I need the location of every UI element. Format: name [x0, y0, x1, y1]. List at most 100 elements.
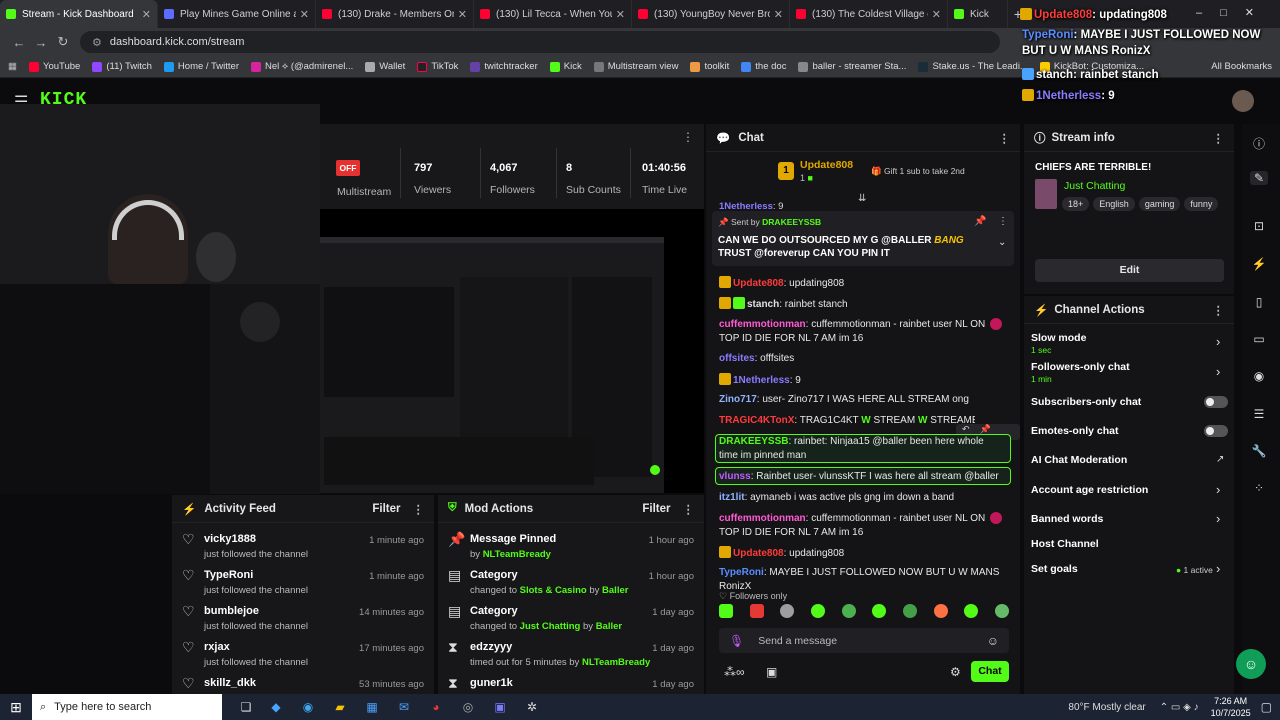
- stream-info-more-icon[interactable]: ⋮: [1213, 131, 1225, 145]
- close-tab-icon[interactable]: ✕: [932, 8, 941, 21]
- bookmark-toolkit[interactable]: toolkit: [690, 61, 729, 72]
- ai-moderation-item[interactable]: AI Chat Moderation: [1031, 454, 1127, 466]
- edge-icon[interactable]: ◉: [292, 700, 324, 714]
- window-controls[interactable]: –□✕: [1196, 6, 1272, 19]
- info-icon[interactable]: ⓘ: [1250, 135, 1268, 152]
- chevron-down-icon[interactable]: ⌄: [998, 237, 1006, 248]
- bookmark-instagram[interactable]: Nel ⟡ (@admirenel...: [251, 61, 353, 72]
- edit-stream-button[interactable]: Edit: [1035, 259, 1224, 282]
- subscribers-only-toggle[interactable]: [1204, 396, 1228, 408]
- lightning-icon[interactable]: ⚡: [1250, 257, 1268, 271]
- chat-more-icon[interactable]: ⋮: [999, 131, 1011, 145]
- url-field[interactable]: ⚙ dashboard.kick.com/stream: [80, 31, 1000, 53]
- bookmark-multistream[interactable]: Multistream view: [593, 61, 678, 72]
- bookmark-twitter[interactable]: Home / Twitter: [163, 61, 239, 72]
- slow-mode-item[interactable]: Slow mode 1 sec: [1031, 332, 1086, 355]
- clock[interactable]: 7:26 AM 10/7/2025: [1211, 695, 1251, 719]
- followers-only-item[interactable]: Followers-only chat 1 min: [1031, 361, 1130, 384]
- send-chat-button[interactable]: Chat: [971, 661, 1009, 682]
- taskbar-search[interactable]: ⌕ Type here to search: [32, 694, 222, 720]
- obs-icon[interactable]: ◎: [452, 700, 484, 714]
- bookmark-stake[interactable]: Stake.us - The Leadi...: [918, 61, 1028, 72]
- mod-more-icon[interactable]: ⋮: [683, 502, 695, 516]
- tray-icons[interactable]: ⌃ ▭ ◈ ♪: [1160, 702, 1199, 713]
- chevron-right-icon[interactable]: ›: [1216, 482, 1220, 497]
- chrome-icon[interactable]: ◕: [420, 700, 452, 714]
- bookmark-kick[interactable]: Kick: [549, 61, 582, 72]
- file-explorer-icon[interactable]: ▰: [324, 700, 356, 714]
- chevron-right-icon[interactable]: ›: [1216, 334, 1220, 349]
- set-goals-item[interactable]: Set goals: [1031, 563, 1078, 575]
- close-tab-icon[interactable]: ✕: [774, 8, 783, 21]
- close-tab-icon[interactable]: ✕: [300, 8, 309, 21]
- mod-filter-button[interactable]: Filter: [642, 503, 670, 515]
- pinned-message[interactable]: 📌 Sent by DRAKEEYSSB 📌 ⋮ CAN WE DO OUTSO…: [712, 211, 1014, 266]
- apps-icon[interactable]: ⁘: [1250, 481, 1268, 495]
- emoji-icon[interactable]: ☺: [987, 634, 999, 648]
- task-view-icon[interactable]: ❏: [232, 700, 260, 714]
- account-age-item[interactable]: Account age restriction: [1031, 484, 1148, 496]
- layers-icon[interactable]: ☰: [1250, 407, 1268, 421]
- all-bookmarks[interactable]: All Bookmarks: [1211, 61, 1272, 72]
- chevron-right-icon[interactable]: ›: [1216, 561, 1220, 576]
- host-channel-item[interactable]: Host Channel: [1031, 538, 1099, 550]
- chat-input[interactable]: 🎙 Send a message ☺: [719, 628, 1009, 653]
- site-info-icon[interactable]: ⚙: [92, 36, 102, 49]
- scan-icon[interactable]: ⊡: [1250, 219, 1268, 233]
- collapse-icon[interactable]: ⇊: [858, 193, 866, 204]
- back-icon[interactable]: ←: [8, 35, 30, 50]
- phone-icon[interactable]: ▯: [1250, 295, 1268, 309]
- gift-icon[interactable]: ▣: [766, 665, 777, 679]
- tab-kick[interactable]: Kick: [948, 0, 1008, 28]
- settings-gear-icon[interactable]: ⚙: [950, 665, 961, 679]
- stats-more-icon[interactable]: ⋮: [682, 130, 694, 144]
- gift-leader-user[interactable]: Update808: [800, 159, 853, 171]
- category-link[interactable]: Just Chatting: [1064, 180, 1125, 192]
- users-icon[interactable]: ⁂∞: [724, 665, 745, 679]
- external-link-icon[interactable]: ↗: [1216, 454, 1224, 465]
- bookmark-twitch[interactable]: (11) Twitch: [92, 61, 152, 72]
- app-icon[interactable]: ✲: [516, 700, 548, 714]
- windows-start-icon[interactable]: ⊞: [0, 699, 32, 716]
- floating-support-icon[interactable]: ☺: [1236, 649, 1266, 679]
- apps-icon[interactable]: ▦: [8, 61, 17, 72]
- tools-icon[interactable]: 🔧: [1250, 444, 1268, 458]
- chat-icon[interactable]: ▭: [1250, 332, 1268, 346]
- banned-words-item[interactable]: Banned words: [1031, 513, 1103, 525]
- tab-youtube-lil-tecca[interactable]: (130) Lil Tecca - When You Down ✕: [474, 0, 632, 28]
- tab-kick-dashboard[interactable]: Stream - Kick Dashboard ✕: [0, 0, 158, 28]
- microphone-icon[interactable]: 🎙: [729, 634, 744, 648]
- emote-bar[interactable]: [719, 604, 1009, 622]
- close-tab-icon[interactable]: ✕: [616, 8, 625, 21]
- emotes-only-toggle[interactable]: [1204, 425, 1228, 437]
- tab-youtube-coldest[interactable]: (130) The Coldest Village on Earth ✕: [790, 0, 948, 28]
- reload-icon[interactable]: ↻: [52, 34, 74, 50]
- weather-widget[interactable]: 80°F Mostly clear: [1068, 702, 1145, 713]
- channel-actions-more-icon[interactable]: ⋮: [1213, 303, 1225, 317]
- notifications-icon[interactable]: ▢: [1261, 700, 1272, 714]
- store-icon[interactable]: ▦: [356, 700, 388, 714]
- tab-youtube-drake[interactable]: (130) Drake - Members Only ✕: [316, 0, 474, 28]
- close-tab-icon[interactable]: ✕: [458, 8, 467, 21]
- bookmark-the-doc[interactable]: the doc: [741, 61, 786, 72]
- copilot-icon[interactable]: ◆: [260, 700, 292, 714]
- bookmark-twitchtracker[interactable]: twitchtracker: [470, 61, 538, 72]
- broadcast-icon[interactable]: ◉: [1250, 369, 1268, 383]
- bookmark-tiktok[interactable]: TikTok: [417, 61, 458, 72]
- bookmark-baller[interactable]: baller - streamer Sta...: [798, 61, 906, 72]
- chevron-right-icon[interactable]: ›: [1216, 511, 1220, 526]
- forward-icon[interactable]: →: [30, 35, 52, 50]
- stream-preview[interactable]: [320, 209, 704, 493]
- chevron-right-icon[interactable]: ›: [1216, 364, 1220, 379]
- bookmark-youtube[interactable]: YouTube: [28, 61, 80, 72]
- app-icon[interactable]: ▣: [484, 700, 516, 714]
- tab-youtube-nba[interactable]: (130) YoungBoy Never Broke Again ✕: [632, 0, 790, 28]
- outlook-icon[interactable]: ✉: [388, 700, 420, 714]
- pinned-more-icon[interactable]: ⋮: [998, 216, 1008, 227]
- tab-rain-mines[interactable]: Play Mines Game Online at Rain ✕: [158, 0, 316, 28]
- unpin-icon[interactable]: 📌: [974, 216, 986, 227]
- edit-pencil-icon[interactable]: ✎: [1250, 171, 1268, 185]
- activity-more-icon[interactable]: ⋮: [413, 502, 425, 516]
- bookmark-wallet[interactable]: Wallet: [365, 61, 405, 72]
- activity-filter-button[interactable]: Filter: [372, 503, 400, 515]
